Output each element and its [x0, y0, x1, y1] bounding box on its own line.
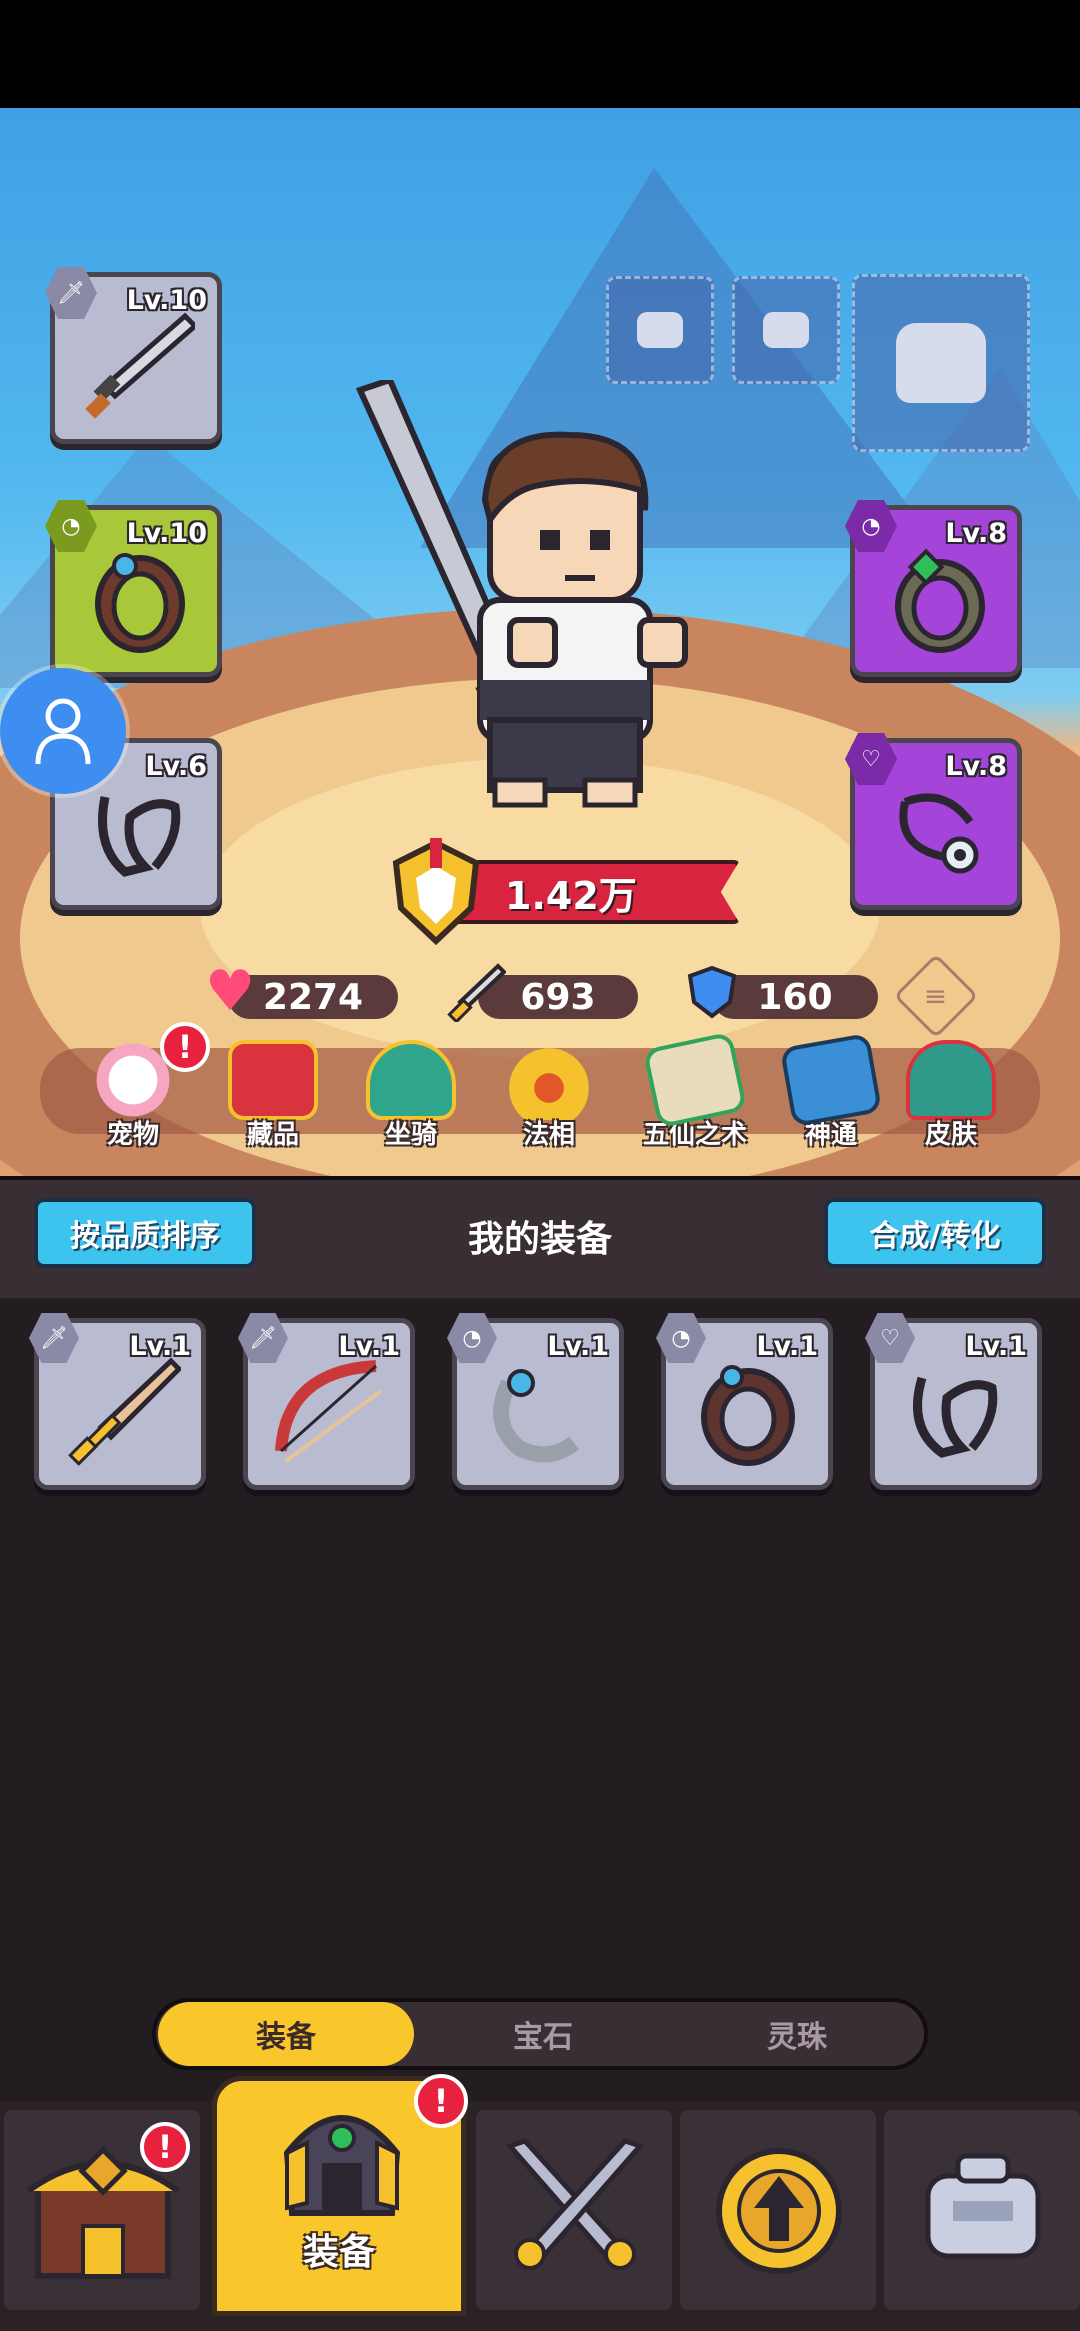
robot-icon: [763, 312, 809, 348]
upgrade-arrow-icon: [716, 2148, 842, 2274]
equipment-panel: [0, 1176, 1080, 2101]
feature-mount[interactable]: 坐骑: [356, 1040, 466, 1151]
combat-power-value: 1.42万: [505, 873, 637, 918]
incense-burner-icon: [504, 1040, 594, 1120]
mount-icon: [366, 1040, 456, 1120]
spellbook-icon: [779, 1032, 883, 1128]
empty-slot-outfit[interactable]: [852, 274, 1030, 452]
nav-upgrade[interactable]: [680, 2110, 876, 2310]
nav-battle[interactable]: [476, 2110, 672, 2310]
inventory-item[interactable]: 🗡 Lv.1: [238, 1313, 415, 1490]
feature-divine-power[interactable]: 神通: [776, 1032, 886, 1151]
robot-icon: [925, 2153, 1041, 2259]
feature-label: 宠物: [106, 1120, 159, 1150]
shop-alert-badge: !: [140, 2122, 190, 2172]
equipment-helmet-icon: [283, 2115, 401, 2216]
bow-icon: [275, 1360, 383, 1463]
armor-icon: [896, 323, 986, 403]
equip-slot-right-ring[interactable]: ◔ Lv.8: [845, 500, 1022, 677]
tab-equipment[interactable]: 装备: [158, 2002, 414, 2066]
pet-alert-badge: !: [160, 1022, 210, 1072]
empty-slot-accessory-2[interactable]: [732, 276, 840, 384]
sort-by-quality-button[interactable]: 按品质排序: [34, 1198, 256, 1268]
attack-value: 693: [520, 976, 596, 1018]
user-profile-button[interactable]: [0, 668, 126, 794]
necklace-icon: [913, 1376, 998, 1458]
feature-label: 法相: [522, 1120, 575, 1150]
tab-beads[interactable]: 灵珠: [672, 2002, 922, 2066]
feature-skin[interactable]: 皮肤: [896, 1040, 1006, 1151]
nav-equipment-label: 装备: [302, 2232, 375, 2273]
empty-slot-accessory-1[interactable]: [606, 276, 714, 384]
bracelet-icon: [493, 1369, 579, 1463]
equipment-alert-badge: !: [414, 2074, 468, 2128]
pendant-icon: [885, 777, 995, 887]
treasure-chest-icon: [228, 1040, 318, 1120]
inventory-item[interactable]: ♡ Lv.1: [865, 1313, 1042, 1490]
hero-character[interactable]: [340, 376, 700, 830]
helmet-icon: [906, 1040, 996, 1120]
feature-label: 坐骑: [384, 1120, 437, 1150]
necklace-icon: [85, 777, 195, 887]
hp-value: 2274: [262, 976, 364, 1018]
feature-dharma[interactable]: 法相: [494, 1040, 604, 1151]
feature-collection[interactable]: 藏品: [218, 1040, 328, 1151]
feature-label: 藏品: [246, 1120, 299, 1150]
nav-robot[interactable]: [884, 2110, 1080, 2310]
sword-icon: [85, 311, 195, 421]
ring-icon: [885, 544, 995, 654]
inventory-item[interactable]: 🗡 Lv.1: [29, 1313, 206, 1490]
equip-slot-ring[interactable]: ◔ Lv.10: [45, 500, 222, 677]
panel-title: 我的装备: [467, 1219, 612, 1260]
defense-value: 160: [757, 976, 833, 1018]
equip-slot-right-necklace[interactable]: ♡ Lv.8: [845, 733, 1022, 910]
user-icon: [35, 698, 91, 765]
list-icon: ≡: [924, 979, 948, 1013]
sword-icon: [68, 1357, 181, 1466]
sword-stat-icon: [446, 962, 507, 1024]
merge-convert-button[interactable]: 合成/转化: [824, 1198, 1046, 1268]
battle-swords-icon: [505, 2138, 645, 2270]
ring-icon: [85, 544, 195, 654]
ring-icon: [701, 1365, 795, 1466]
shield-icon: [684, 964, 740, 1020]
heart-icon: ♥: [205, 959, 256, 1024]
inventory-tabs: 装备 宝石 灵珠: [152, 1998, 928, 2070]
feature-label: 皮肤: [924, 1120, 977, 1150]
power-shield-icon: [386, 838, 486, 946]
equip-slot-weapon[interactable]: 🗡 Lv.10: [45, 267, 222, 444]
inventory-item[interactable]: ◔ Lv.1: [447, 1313, 624, 1490]
tab-gems[interactable]: 宝石: [418, 2002, 668, 2066]
robot-icon: [637, 312, 683, 348]
inventory-item[interactable]: ◔ Lv.1: [656, 1313, 833, 1490]
status-bar-area: [0, 0, 1080, 108]
feature-five-immortals[interactable]: 五仙之术: [640, 1031, 750, 1151]
